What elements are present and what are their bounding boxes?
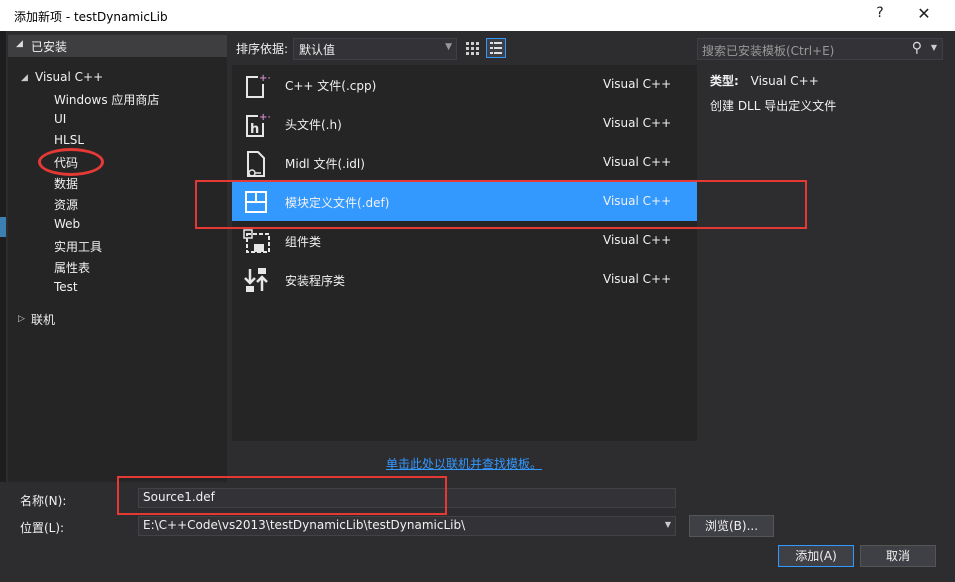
- svg-text:++: ++: [259, 73, 270, 84]
- details-type: 类型: Visual C++: [710, 72, 819, 89]
- title-bar: 添加新项 - testDynamicLib ? ✕: [0, 0, 955, 31]
- tree-item-web[interactable]: Web: [54, 217, 80, 231]
- template-name: 安装程序类: [285, 274, 346, 288]
- location-value: E:\C++Code\vs2013\testDynamicLib\testDyn…: [143, 518, 466, 532]
- grid-view-button[interactable]: [462, 38, 482, 58]
- svg-text:h: h: [250, 122, 259, 137]
- collapsed-triangle-icon[interactable]: ▷: [18, 314, 25, 324]
- svg-text:++: ++: [259, 112, 270, 123]
- tree-item-visual-cpp[interactable]: Visual C++: [35, 70, 103, 84]
- tree-item-hlsl[interactable]: HLSL: [54, 133, 84, 147]
- annotation-rect-name: [117, 476, 447, 515]
- template-language: Visual C++: [603, 233, 672, 247]
- dropdown-arrow-icon: ▼: [664, 520, 671, 529]
- list-view-button[interactable]: [486, 38, 506, 58]
- name-label: 名称(N):: [20, 494, 67, 508]
- template-language: Visual C++: [603, 272, 672, 286]
- cpp-file-icon: ++: [242, 70, 270, 100]
- template-row-cpp[interactable]: ++ C++ 文件(.cpp) Visual C++: [232, 65, 697, 104]
- details-type-value: Visual C++: [750, 74, 819, 88]
- installed-label: 已安装: [31, 40, 68, 54]
- template-language: Visual C++: [603, 77, 672, 91]
- expanded-triangle-icon[interactable]: ◢: [21, 73, 28, 83]
- template-language: Visual C++: [603, 116, 672, 130]
- annotation-rect-template: [195, 180, 807, 229]
- search-placeholder: 搜索已安装模板(Ctrl+E): [702, 44, 835, 58]
- add-button[interactable]: 添加(A): [778, 545, 854, 567]
- search-options-arrow-icon[interactable]: ▼: [931, 43, 937, 52]
- window-title: 添加新项 - testDynamicLib: [14, 10, 168, 24]
- template-row-header[interactable]: h++ 头文件(.h) Visual C++: [232, 104, 697, 143]
- template-row-idl[interactable]: Midl 文件(.idl) Visual C++: [232, 143, 697, 182]
- search-input[interactable]: 搜索已安装模板(Ctrl+E) ⚲ ▼: [697, 38, 943, 60]
- browse-button[interactable]: 浏览(B)...: [689, 515, 774, 537]
- location-dropdown[interactable]: E:\C++Code\vs2013\testDynamicLib\testDyn…: [138, 516, 676, 536]
- cancel-button[interactable]: 取消: [860, 545, 936, 567]
- annotation-oval: [38, 148, 104, 176]
- tree-item-ui[interactable]: UI: [54, 112, 66, 126]
- tree-item-test[interactable]: Test: [54, 280, 78, 294]
- installed-header[interactable]: ◢ 已安装: [8, 35, 227, 57]
- details-description: 创建 DLL 导出定义文件: [710, 99, 837, 113]
- sort-label: 排序依据:: [236, 42, 289, 56]
- template-language: Visual C++: [603, 155, 672, 169]
- tree-item-online[interactable]: 联机: [31, 311, 55, 328]
- tree-item-resources[interactable]: 资源: [54, 196, 78, 213]
- sort-value: 默认值: [299, 43, 336, 57]
- tree-item-data[interactable]: 数据: [54, 175, 78, 192]
- template-name: 头文件(.h): [285, 118, 342, 132]
- close-button[interactable]: ✕: [908, 4, 940, 26]
- details-type-label: 类型:: [710, 74, 739, 88]
- tree-item-windows-store[interactable]: Windows 应用商店: [54, 91, 159, 108]
- template-row-installer[interactable]: 安装程序类 Visual C++: [232, 260, 697, 299]
- collapse-triangle-icon: ◢: [16, 39, 23, 49]
- installer-class-icon: [242, 265, 270, 295]
- template-name: 组件类: [285, 235, 322, 249]
- help-button[interactable]: ?: [868, 5, 892, 25]
- grid-view-icon: [466, 42, 479, 55]
- dropdown-arrow-icon: ▼: [445, 42, 452, 52]
- template-name: C++ 文件(.cpp): [285, 79, 377, 93]
- location-label: 位置(L):: [20, 521, 65, 535]
- template-name: Midl 文件(.idl): [285, 157, 365, 171]
- idl-file-icon: [242, 148, 270, 178]
- tree-item-utility[interactable]: 实用工具: [54, 238, 102, 255]
- online-templates-link[interactable]: 单击此处以联机并查找模板。: [386, 455, 542, 472]
- list-view-icon: [490, 42, 502, 54]
- sort-dropdown[interactable]: 默认值 ▼: [293, 38, 457, 60]
- tree-item-property-sheets[interactable]: 属性表: [54, 259, 90, 276]
- component-class-icon: [242, 226, 270, 256]
- header-file-icon: h++: [242, 109, 270, 139]
- search-icon[interactable]: ⚲: [912, 40, 922, 56]
- edge-marker: [0, 217, 6, 237]
